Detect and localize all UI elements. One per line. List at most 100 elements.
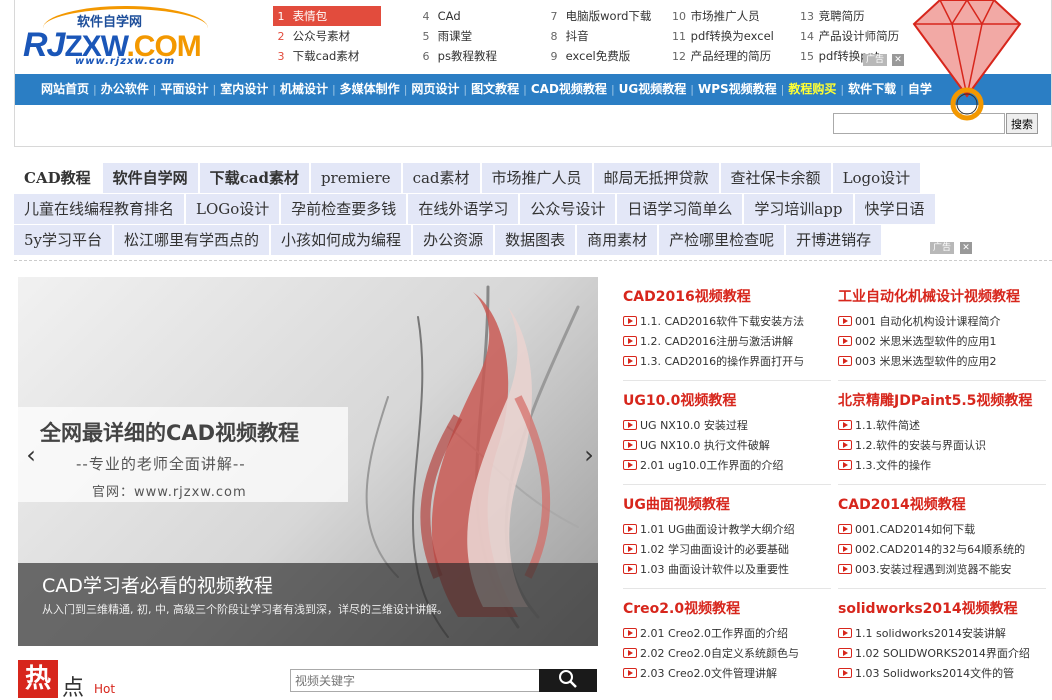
course-lesson-text: 1.2.软件的安装与界面认识 xyxy=(855,439,986,452)
hot-search-link[interactable]: 7 电脑版word下载 xyxy=(546,6,652,26)
keyword-link[interactable]: 产检哪里检查呢 xyxy=(659,225,785,255)
nav-item[interactable]: 教程购买 xyxy=(784,74,840,105)
course-lesson[interactable]: 1.1.软件简述 xyxy=(838,416,1048,436)
nav-item[interactable]: 室内设计 xyxy=(216,74,272,105)
course-lesson[interactable]: 2.01 ug10.0工作界面的介绍 xyxy=(623,456,833,476)
course-lesson[interactable]: 1.03 曲面设计软件以及重要性 xyxy=(623,560,833,580)
keyword-link[interactable]: 5y学习平台 xyxy=(14,225,113,255)
keyword-link[interactable]: 在线外语学习 xyxy=(408,194,519,224)
course-lesson[interactable]: 1.2. CAD2016注册与激活讲解 xyxy=(623,332,833,352)
site-logo[interactable]: 软件自学网 RJZXW.COM www.rjzxw.com xyxy=(23,6,213,68)
course-lesson[interactable]: 1.1. CAD2016软件下载安装方法 xyxy=(623,312,833,332)
hot-search-link[interactable]: 4 CAd xyxy=(418,6,497,26)
ad-close-icon[interactable]: ✕ xyxy=(892,54,904,66)
hot-search-link[interactable]: 2 公众号素材 xyxy=(273,26,381,46)
hot-search-link[interactable]: 6 ps教程教程 xyxy=(418,46,497,66)
nav-item[interactable]: 多媒体制作 xyxy=(336,74,404,105)
keyword-link[interactable]: 查社保卡余额 xyxy=(720,163,831,193)
course-divider xyxy=(838,380,1046,381)
course-title[interactable]: solidworks2014视频教程 xyxy=(838,598,1048,620)
course-lesson[interactable]: UG NX10.0 执行文件破解 xyxy=(623,436,833,456)
course-title[interactable]: 工业自动化机械设计视频教程 xyxy=(838,286,1048,308)
nav-item[interactable]: 平面设计 xyxy=(156,74,212,105)
keyword-link[interactable]: LOGo设计 xyxy=(186,194,280,224)
course-lesson[interactable]: 001.CAD2014如何下载 xyxy=(838,520,1048,540)
hot-search-text: 产品设计师简历 xyxy=(818,29,900,43)
keyword-link[interactable]: 儿童在线编程教育排名 xyxy=(14,194,185,224)
banner-caption[interactable]: CAD学习者必看的视频教程 从入门到三维精通, 初, 中, 高级三个阶段让学习者… xyxy=(18,563,598,646)
video-search-input[interactable] xyxy=(290,669,540,692)
keyword-link[interactable]: premiere xyxy=(310,163,401,193)
nav-item[interactable]: 机械设计 xyxy=(276,74,332,105)
course-lesson[interactable]: 2.03 Creo2.0文件管理讲解 xyxy=(623,664,833,684)
hot-search-link[interactable]: 11 pdf转换为excel xyxy=(671,26,774,46)
course-title[interactable]: UG曲面视频教程 xyxy=(623,494,833,516)
nav-item[interactable]: UG视频教程 xyxy=(615,74,691,105)
keyword-link[interactable]: 商用素材 xyxy=(577,225,658,255)
course-lesson[interactable]: 1.3.文件的操作 xyxy=(838,456,1048,476)
course-lesson[interactable]: 002 米思米选型软件的应用1 xyxy=(838,332,1048,352)
course-lesson[interactable]: 1.03 Solidworks2014文件的管 xyxy=(838,664,1048,684)
keyword-link[interactable]: 学习培训app xyxy=(744,194,853,224)
keyword-link[interactable]: cad素材 xyxy=(402,163,480,193)
keyword-link[interactable]: 软件自学网 xyxy=(102,163,198,193)
nav-item[interactable]: 软件下载 xyxy=(844,74,900,105)
hot-search-link[interactable]: 9 excel免费版 xyxy=(546,46,651,66)
course-lesson[interactable]: 2.01 Creo2.0工作界面的介绍 xyxy=(623,624,833,644)
keyword-link[interactable]: 邮局无抵押贷款 xyxy=(593,163,719,193)
keyword-link[interactable]: 数据图表 xyxy=(495,225,576,255)
keyword-link[interactable]: 快学日语 xyxy=(854,194,935,224)
course-title[interactable]: CAD2016视频教程 xyxy=(623,286,833,308)
banner-slider[interactable]: 全网最详细的CAD视频教程 --专业的老师全面讲解-- 官网：www.rjzxw… xyxy=(18,277,598,646)
course-lesson[interactable]: 1.2.软件的安装与界面认识 xyxy=(838,436,1048,456)
keyword-link[interactable]: CAD教程 xyxy=(14,163,101,193)
course-lesson[interactable]: 1.02 学习曲面设计的必要基础 xyxy=(623,540,833,560)
slider-prev-icon[interactable]: ‹ xyxy=(18,435,44,475)
hot-search-link[interactable]: 14 产品设计师简历 xyxy=(799,26,899,46)
keyword-link[interactable]: 松江哪里有学西点的 xyxy=(114,225,270,255)
keyword-link[interactable]: Logo设计 xyxy=(832,163,921,193)
slider-next-icon[interactable]: › xyxy=(576,435,598,475)
keyword-link[interactable]: 公众号设计 xyxy=(520,194,616,224)
nav-item[interactable]: 网页设计 xyxy=(407,74,463,105)
course-lesson-text: 1.1.软件简述 xyxy=(855,419,920,432)
course-lesson[interactable]: 1.3. CAD2016的操作界面打开与 xyxy=(623,352,833,372)
keyword-link[interactable]: 小孩如何成为编程 xyxy=(271,225,412,255)
course-title[interactable]: Creo2.0视频教程 xyxy=(623,598,833,620)
course-lesson[interactable]: 001 自动化机构设计课程简介 xyxy=(838,312,1048,332)
hot-search-link[interactable]: 12 产品经理的简历 xyxy=(671,46,774,66)
hot-search-rank: 14 xyxy=(800,30,814,43)
keyword-link[interactable]: 孕前检查要多钱 xyxy=(281,194,407,224)
hot-search-link[interactable]: 1 表情包 xyxy=(273,6,381,26)
nav-item[interactable]: CAD视频教程 xyxy=(527,74,611,105)
nav-item[interactable]: 图文教程 xyxy=(467,74,523,105)
course-title[interactable]: CAD2014视频教程 xyxy=(838,494,1048,516)
hot-search-link[interactable]: 13 竞聘简历 xyxy=(799,6,899,26)
keyword-link[interactable]: 办公资源 xyxy=(413,225,494,255)
course-lesson[interactable]: 003.安装过程遇到浏览器不能安 xyxy=(838,560,1048,580)
hot-search-rank: 10 xyxy=(672,10,686,23)
keyword-link[interactable]: 市场推广人员 xyxy=(481,163,592,193)
hot-search-rank: 4 xyxy=(422,10,430,23)
course-title[interactable]: UG10.0视频教程 xyxy=(623,390,833,412)
course-lesson[interactable]: 1.02 SOLIDWORKS2014界面介绍 xyxy=(838,644,1048,664)
course-lesson[interactable]: UG NX10.0 安装过程 xyxy=(623,416,833,436)
course-lesson[interactable]: 002.CAD2014的32与64顺系统的 xyxy=(838,540,1048,560)
course-lesson[interactable]: 003 米思米选型软件的应用2 xyxy=(838,352,1048,372)
hot-search-link[interactable]: 10 市场推广人员 xyxy=(671,6,774,26)
hot-search-link[interactable]: 5 雨课堂 xyxy=(418,26,497,46)
course-title[interactable]: 北京精雕JDPaint5.5视频教程 xyxy=(838,390,1048,412)
keyword-link[interactable]: 下载cad素材 xyxy=(199,163,309,193)
course-lesson[interactable]: 1.01 UG曲面设计教学大纲介绍 xyxy=(623,520,833,540)
nav-item[interactable]: 办公软件 xyxy=(97,74,153,105)
video-search-button[interactable] xyxy=(539,669,597,692)
hot-search-link[interactable]: 8 抖音 xyxy=(546,26,651,46)
keyword-ad-close-icon[interactable]: ✕ xyxy=(960,242,972,254)
nav-item[interactable]: 网站首页 xyxy=(37,74,93,105)
course-lesson[interactable]: 1.1 solidworks2014安装讲解 xyxy=(838,624,1048,644)
hot-search-link[interactable]: 3 下载cad素材 xyxy=(273,46,381,66)
keyword-link[interactable]: 开博进销存 xyxy=(786,225,882,255)
keyword-link[interactable]: 日语学习简单么 xyxy=(617,194,743,224)
course-lesson[interactable]: 2.02 Creo2.0自定义系统颜色与 xyxy=(623,644,833,664)
nav-item[interactable]: WPS视频教程 xyxy=(694,74,781,105)
